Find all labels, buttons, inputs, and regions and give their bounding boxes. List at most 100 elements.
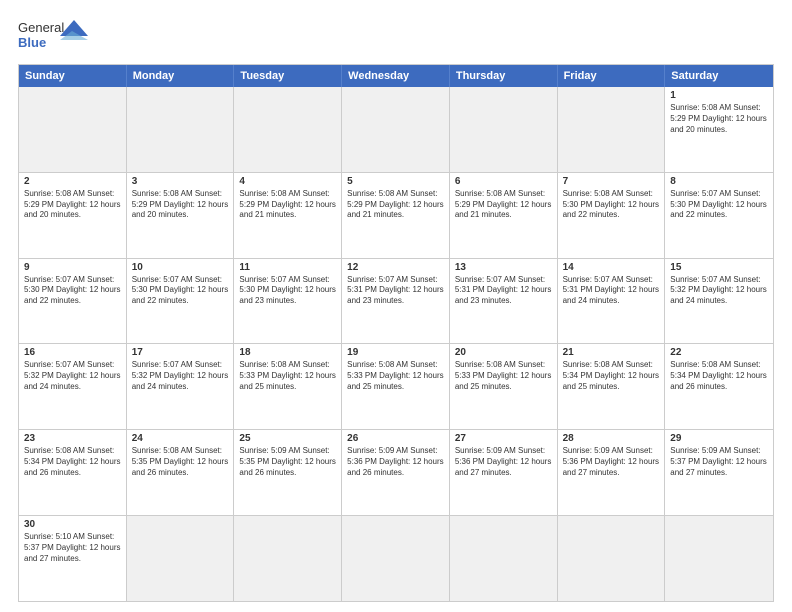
- day-info: Sunrise: 5:08 AM Sunset: 5:29 PM Dayligh…: [132, 189, 229, 221]
- calendar-cell: 25 Sunrise: 5:09 AM Sunset: 5:35 PM Dayli…: [234, 430, 342, 515]
- day-number: 25: [239, 433, 336, 444]
- day-of-week-header: Sunday: [19, 65, 127, 87]
- day-number: 12: [347, 262, 444, 273]
- calendar-row: 2 Sunrise: 5:08 AM Sunset: 5:29 PM Daylig…: [19, 172, 773, 258]
- calendar-row: 9Sunrise: 5:07 AM Sunset: 5:30 PM Daylig…: [19, 258, 773, 344]
- day-number: 16: [24, 347, 121, 358]
- day-number: 10: [132, 262, 229, 273]
- calendar-header: SundayMondayTuesdayWednesdayThursdayFrid…: [19, 65, 773, 87]
- calendar-cell: [234, 516, 342, 601]
- calendar-cell: [450, 87, 558, 172]
- day-info: Sunrise: 5:08 AM Sunset: 5:29 PM Dayligh…: [670, 103, 768, 135]
- svg-text:General: General: [18, 20, 64, 35]
- calendar-cell: 18 Sunrise: 5:08 AM Sunset: 5:33 PM Dayli…: [234, 344, 342, 429]
- calendar-cell: 23 Sunrise: 5:08 AM Sunset: 5:34 PM Dayli…: [19, 430, 127, 515]
- calendar-cell: [127, 87, 235, 172]
- day-number: 4: [239, 176, 336, 187]
- calendar-cell: [558, 516, 666, 601]
- calendar-cell: 19 Sunrise: 5:08 AM Sunset: 5:33 PM Dayli…: [342, 344, 450, 429]
- day-number: 19: [347, 347, 444, 358]
- calendar-cell: 22 Sunrise: 5:08 AM Sunset: 5:34 PM Dayli…: [665, 344, 773, 429]
- calendar-cell: [234, 87, 342, 172]
- day-number: 28: [563, 433, 660, 444]
- calendar-cell: 24 Sunrise: 5:08 AM Sunset: 5:35 PM Dayli…: [127, 430, 235, 515]
- calendar-cell: 27Sunrise: 5:09 AM Sunset: 5:36 PM Dayli…: [450, 430, 558, 515]
- calendar-cell: 17 Sunrise: 5:07 AM Sunset: 5:32 PM Dayli…: [127, 344, 235, 429]
- calendar-cell: 11 Sunrise: 5:07 AM Sunset: 5:30 PM Dayli…: [234, 259, 342, 344]
- day-number: 23: [24, 433, 121, 444]
- day-info: Sunrise: 5:08 AM Sunset: 5:29 PM Dayligh…: [239, 189, 336, 221]
- day-number: 7: [563, 176, 660, 187]
- page: General Blue SundayMondayTuesdayWednesda…: [0, 0, 792, 612]
- calendar-cell: [19, 87, 127, 172]
- day-info: Sunrise: 5:09 AM Sunset: 5:35 PM Dayligh…: [239, 446, 336, 478]
- day-number: 11: [239, 262, 336, 273]
- calendar-cell: 3 Sunrise: 5:08 AM Sunset: 5:29 PM Daylig…: [127, 173, 235, 258]
- day-info: Sunrise: 5:07 AM Sunset: 5:30 PM Dayligh…: [24, 275, 121, 307]
- calendar-cell: [342, 516, 450, 601]
- day-info: Sunrise: 5:08 AM Sunset: 5:34 PM Dayligh…: [670, 360, 768, 392]
- day-info: Sunrise: 5:08 AM Sunset: 5:35 PM Dayligh…: [132, 446, 229, 478]
- day-info: Sunrise: 5:07 AM Sunset: 5:30 PM Dayligh…: [670, 189, 768, 221]
- day-number: 15: [670, 262, 768, 273]
- logo: General Blue: [18, 18, 88, 54]
- day-number: 24: [132, 433, 229, 444]
- day-of-week-header: Monday: [127, 65, 235, 87]
- calendar-row: 23 Sunrise: 5:08 AM Sunset: 5:34 PM Dayli…: [19, 429, 773, 515]
- calendar-cell: 8 Sunrise: 5:07 AM Sunset: 5:30 PM Daylig…: [665, 173, 773, 258]
- day-number: 29: [670, 433, 768, 444]
- day-number: 8: [670, 176, 768, 187]
- day-of-week-header: Saturday: [665, 65, 773, 87]
- day-info: Sunrise: 5:09 AM Sunset: 5:37 PM Dayligh…: [670, 446, 768, 478]
- calendar-cell: 9Sunrise: 5:07 AM Sunset: 5:30 PM Daylig…: [19, 259, 127, 344]
- day-info: Sunrise: 5:07 AM Sunset: 5:30 PM Dayligh…: [132, 275, 229, 307]
- day-number: 5: [347, 176, 444, 187]
- calendar-cell: 28 Sunrise: 5:09 AM Sunset: 5:36 PM Dayli…: [558, 430, 666, 515]
- day-number: 3: [132, 176, 229, 187]
- day-info: Sunrise: 5:08 AM Sunset: 5:33 PM Dayligh…: [239, 360, 336, 392]
- calendar-cell: 13Sunrise: 5:07 AM Sunset: 5:31 PM Dayli…: [450, 259, 558, 344]
- calendar-body: 1 Sunrise: 5:08 AM Sunset: 5:29 PM Daylig…: [19, 87, 773, 601]
- day-number: 1: [670, 90, 768, 101]
- calendar-cell: 4 Sunrise: 5:08 AM Sunset: 5:29 PM Daylig…: [234, 173, 342, 258]
- day-number: 22: [670, 347, 768, 358]
- day-number: 18: [239, 347, 336, 358]
- calendar-cell: 2Sunrise: 5:08 AM Sunset: 5:29 PM Daylig…: [19, 173, 127, 258]
- svg-text:Blue: Blue: [18, 35, 46, 50]
- calendar-row: 30Sunrise: 5:10 AM Sunset: 5:37 PM Dayli…: [19, 515, 773, 601]
- day-info: Sunrise: 5:09 AM Sunset: 5:36 PM Dayligh…: [563, 446, 660, 478]
- calendar-cell: 12 Sunrise: 5:07 AM Sunset: 5:31 PM Dayli…: [342, 259, 450, 344]
- day-number: 21: [563, 347, 660, 358]
- calendar-cell: 29 Sunrise: 5:09 AM Sunset: 5:37 PM Dayli…: [665, 430, 773, 515]
- day-info: Sunrise: 5:08 AM Sunset: 5:30 PM Dayligh…: [563, 189, 660, 221]
- day-number: 17: [132, 347, 229, 358]
- day-info: Sunrise: 5:08 AM Sunset: 5:34 PM Dayligh…: [563, 360, 660, 392]
- calendar-cell: 21 Sunrise: 5:08 AM Sunset: 5:34 PM Dayli…: [558, 344, 666, 429]
- day-number: 2: [24, 176, 121, 187]
- day-of-week-header: Tuesday: [234, 65, 342, 87]
- day-info: Sunrise: 5:08 AM Sunset: 5:33 PM Dayligh…: [455, 360, 552, 392]
- calendar-row: 1 Sunrise: 5:08 AM Sunset: 5:29 PM Daylig…: [19, 87, 773, 172]
- calendar-cell: 7 Sunrise: 5:08 AM Sunset: 5:30 PM Daylig…: [558, 173, 666, 258]
- day-info: Sunrise: 5:09 AM Sunset: 5:36 PM Dayligh…: [347, 446, 444, 478]
- day-info: Sunrise: 5:08 AM Sunset: 5:33 PM Dayligh…: [347, 360, 444, 392]
- day-number: 26: [347, 433, 444, 444]
- calendar-cell: 30Sunrise: 5:10 AM Sunset: 5:37 PM Dayli…: [19, 516, 127, 601]
- day-of-week-header: Thursday: [450, 65, 558, 87]
- day-info: Sunrise: 5:08 AM Sunset: 5:34 PM Dayligh…: [24, 446, 121, 478]
- day-info: Sunrise: 5:07 AM Sunset: 5:31 PM Dayligh…: [455, 275, 552, 307]
- calendar-cell: 1 Sunrise: 5:08 AM Sunset: 5:29 PM Daylig…: [665, 87, 773, 172]
- day-info: Sunrise: 5:07 AM Sunset: 5:32 PM Dayligh…: [132, 360, 229, 392]
- day-info: Sunrise: 5:07 AM Sunset: 5:31 PM Dayligh…: [563, 275, 660, 307]
- day-number: 6: [455, 176, 552, 187]
- day-of-week-header: Friday: [558, 65, 666, 87]
- calendar-cell: 15Sunrise: 5:07 AM Sunset: 5:32 PM Dayli…: [665, 259, 773, 344]
- day-number: 27: [455, 433, 552, 444]
- day-number: 20: [455, 347, 552, 358]
- day-info: Sunrise: 5:07 AM Sunset: 5:30 PM Dayligh…: [239, 275, 336, 307]
- calendar-cell: 10 Sunrise: 5:07 AM Sunset: 5:30 PM Dayli…: [127, 259, 235, 344]
- day-info: Sunrise: 5:07 AM Sunset: 5:31 PM Dayligh…: [347, 275, 444, 307]
- calendar: SundayMondayTuesdayWednesdayThursdayFrid…: [18, 64, 774, 602]
- calendar-cell: [450, 516, 558, 601]
- calendar-row: 16 Sunrise: 5:07 AM Sunset: 5:32 PM Dayli…: [19, 343, 773, 429]
